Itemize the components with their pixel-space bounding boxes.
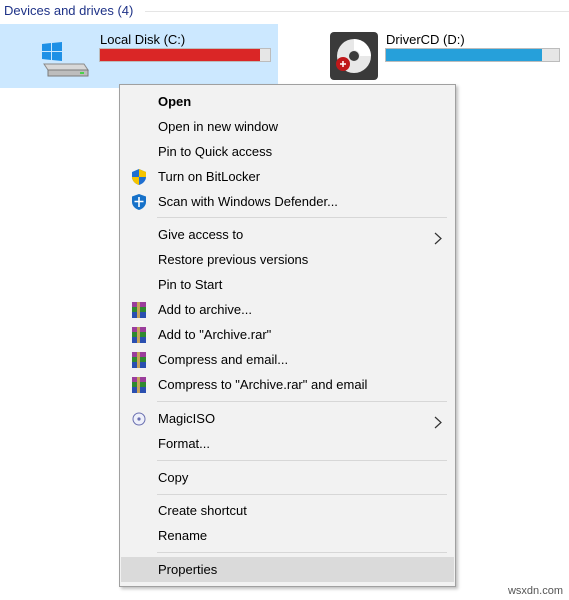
menu-item-pin-to-start[interactable]: Pin to Start xyxy=(121,272,454,297)
menu-item-add-to-archive[interactable]: Add to archive... xyxy=(121,297,454,322)
menu-item-open[interactable]: Open xyxy=(121,89,454,114)
menu-item-label: Properties xyxy=(158,562,218,577)
menu-item-label: Open in new window xyxy=(158,119,278,134)
menu-item-rename[interactable]: Rename xyxy=(121,523,454,548)
menu-item-label: Pin to Quick access xyxy=(158,144,273,159)
menu-item-compress-rar-email[interactable]: Compress to "Archive.rar" and email xyxy=(121,372,454,397)
windows-drive-icon xyxy=(40,38,90,78)
winrar-icon xyxy=(130,351,148,369)
menu-item-add-to-archive-rar[interactable]: Add to "Archive.rar" xyxy=(121,322,454,347)
menu-item-label: Create shortcut xyxy=(158,503,247,518)
drive-name: DriverCD (D:) xyxy=(386,32,465,47)
menu-item-label: Open xyxy=(158,94,192,109)
drive-name: Local Disk (C:) xyxy=(100,32,186,47)
group-header[interactable]: Devices and drives (4) xyxy=(4,2,133,20)
menu-item-label: Add to archive... xyxy=(158,302,252,317)
shield-icon xyxy=(130,168,148,186)
menu-separator xyxy=(157,401,447,402)
menu-item-label: Compress to "Archive.rar" and email xyxy=(158,377,368,392)
menu-item-magiciso[interactable]: MagicISO xyxy=(121,406,454,431)
menu-item-create-shortcut[interactable]: Create shortcut xyxy=(121,498,454,523)
optical-disc-icon xyxy=(330,32,378,80)
menu-item-label: Restore previous versions xyxy=(158,252,309,267)
winrar-icon xyxy=(130,376,148,394)
menu-item-pin-quick-access[interactable]: Pin to Quick access xyxy=(121,139,454,164)
drive-local-disk-c[interactable]: Local Disk (C:) xyxy=(0,24,278,88)
drive-drivercd-d[interactable]: DriverCD (D:) xyxy=(326,24,566,88)
menu-item-properties[interactable]: Properties xyxy=(121,557,454,582)
menu-item-label: Scan with Windows Defender... xyxy=(158,194,338,209)
menu-separator xyxy=(157,460,447,461)
menu-item-label: Turn on BitLocker xyxy=(158,169,261,184)
menu-item-label: MagicISO xyxy=(158,411,216,426)
menu-item-copy[interactable]: Copy xyxy=(121,465,454,490)
menu-item-compress-email[interactable]: Compress and email... xyxy=(121,347,454,372)
defender-icon xyxy=(130,193,148,211)
chevron-right-icon xyxy=(434,228,442,245)
chevron-right-icon xyxy=(434,412,442,429)
winrar-icon xyxy=(130,301,148,319)
menu-separator xyxy=(157,494,447,495)
menu-item-give-access[interactable]: Give access to xyxy=(121,222,454,247)
menu-item-label: Pin to Start xyxy=(158,277,223,292)
drive-usage-bar xyxy=(385,48,560,62)
menu-separator xyxy=(157,552,447,553)
menu-item-format[interactable]: Format... xyxy=(121,431,454,456)
menu-item-label: Copy xyxy=(158,470,189,485)
drive-usage-fill xyxy=(386,49,542,61)
menu-item-label: Add to "Archive.rar" xyxy=(158,327,272,342)
menu-item-label: Rename xyxy=(158,528,208,543)
menu-item-open-new-window[interactable]: Open in new window xyxy=(121,114,454,139)
menu-item-label: Give access to xyxy=(158,227,244,242)
magiciso-icon xyxy=(130,410,148,428)
winrar-icon xyxy=(130,326,148,344)
drive-usage-fill xyxy=(100,49,260,61)
menu-item-label: Format... xyxy=(158,436,211,451)
menu-separator xyxy=(157,217,447,218)
group-divider xyxy=(145,11,569,12)
menu-item-bitlocker[interactable]: Turn on BitLocker xyxy=(121,164,454,189)
context-menu: Open Open in new window Pin to Quick acc… xyxy=(119,84,456,587)
menu-item-restore-versions[interactable]: Restore previous versions xyxy=(121,247,454,272)
menu-item-label: Compress and email... xyxy=(158,352,289,367)
drive-usage-bar xyxy=(99,48,271,62)
menu-item-windows-defender[interactable]: Scan with Windows Defender... xyxy=(121,189,454,214)
watermark: wsxdn.com xyxy=(507,585,563,597)
